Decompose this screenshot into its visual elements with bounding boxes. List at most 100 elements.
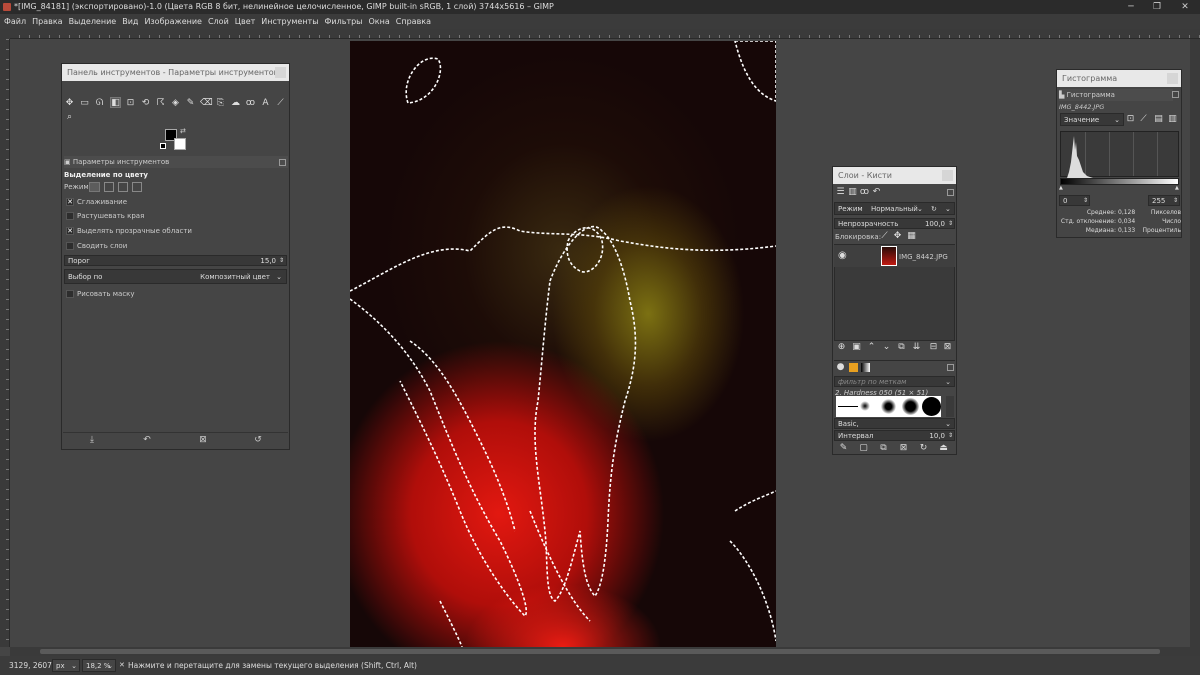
layer-name[interactable]: IMG_8442.JPG bbox=[899, 251, 948, 263]
lock-alpha-icon[interactable]: ▦ bbox=[906, 231, 917, 242]
menu-tools[interactable]: Инструменты bbox=[258, 14, 321, 29]
horizontal-ruler[interactable] bbox=[10, 29, 1200, 39]
brush-soft[interactable] bbox=[860, 401, 870, 411]
layer-thumbnail[interactable] bbox=[881, 246, 897, 266]
horizontal-scrollbar[interactable] bbox=[10, 647, 1190, 656]
move-tool-icon[interactable]: ✥ bbox=[64, 98, 75, 109]
layer-mode-dropdown[interactable]: Режим Нормальный ⌄ ↻ ⌄ bbox=[834, 202, 955, 215]
unit-dropdown[interactable]: px ⌄ bbox=[52, 659, 80, 672]
feather-checkbox[interactable] bbox=[66, 212, 74, 220]
menu-help[interactable]: Справка bbox=[393, 14, 434, 29]
merged-checkbox[interactable] bbox=[66, 242, 74, 250]
brush-filter-input[interactable]: фильтр по меткам ⌄ bbox=[834, 376, 955, 387]
brush-scrollbar[interactable] bbox=[946, 396, 954, 417]
lower-layer-icon[interactable]: ⌄ bbox=[881, 342, 892, 353]
raise-layer-icon[interactable]: ⌃ bbox=[866, 342, 877, 353]
brush-hardness-075[interactable] bbox=[902, 398, 919, 415]
tab-menu-icon[interactable] bbox=[947, 364, 954, 371]
range-max-handle-icon[interactable]: ▲ bbox=[1175, 185, 1179, 191]
layers-tab-icon[interactable]: ☰ bbox=[835, 187, 846, 198]
panel-close-button[interactable] bbox=[942, 170, 953, 181]
gradients-tab-icon[interactable] bbox=[861, 363, 870, 372]
spin-arrows-icon[interactable]: ⇕ bbox=[948, 219, 953, 229]
new-layer-icon[interactable]: ⊕ bbox=[836, 342, 847, 353]
brushes-tab-icon[interactable]: ● bbox=[835, 362, 846, 373]
ruler-corner[interactable] bbox=[0, 29, 10, 39]
spin-arrows-icon[interactable]: ⇕ bbox=[1173, 196, 1178, 206]
brush-as-image-icon[interactable]: ⏏ bbox=[938, 443, 949, 454]
vertical-scrollbar[interactable] bbox=[1190, 39, 1200, 647]
swap-colors-icon[interactable]: ⇄ bbox=[180, 127, 186, 135]
range-max-field[interactable]: 255 ⇕ bbox=[1148, 195, 1180, 206]
spin-arrows-icon[interactable]: ⇕ bbox=[1083, 196, 1088, 206]
zoom-dropdown[interactable]: 18,2 % ⌄ bbox=[82, 659, 116, 672]
duplicate-brush-icon[interactable]: ⧉ bbox=[878, 443, 889, 454]
duplicate-layer-icon[interactable]: ⧉ bbox=[896, 342, 907, 353]
delete-layer-icon[interactable]: ⊠ bbox=[942, 342, 953, 353]
transform-icon[interactable]: ⟲ bbox=[140, 98, 151, 109]
transparent-checkbox[interactable]: ✕ bbox=[66, 227, 74, 235]
warp-icon[interactable]: ☈ bbox=[155, 98, 166, 109]
mode-reset-icon[interactable]: ↻ bbox=[931, 203, 937, 215]
draw-mask-checkbox[interactable] bbox=[66, 290, 74, 298]
navigate-icon[interactable] bbox=[1190, 647, 1200, 656]
channel-dropdown[interactable]: Значение ⌄ bbox=[1060, 113, 1124, 126]
new-group-icon[interactable]: ▣ bbox=[851, 342, 862, 353]
lock-position-icon[interactable]: ✥ bbox=[892, 231, 903, 242]
menu-filters[interactable]: Фильтры bbox=[322, 14, 366, 29]
lasso-icon[interactable]: ᘏ bbox=[94, 98, 105, 109]
background-color-swatch[interactable] bbox=[174, 138, 186, 150]
mode-intersect-icon[interactable] bbox=[132, 182, 142, 192]
bucket-fill-icon[interactable]: ◈ bbox=[170, 98, 181, 109]
menu-select[interactable]: Выделение bbox=[66, 14, 120, 29]
menu-colors[interactable]: Цвет bbox=[232, 14, 259, 29]
brush-set-dropdown[interactable]: Basic, ⌄ bbox=[834, 418, 955, 429]
histogram-tab[interactable]: ▙ Гистограмма bbox=[1059, 89, 1173, 101]
text-tool-icon[interactable]: A bbox=[260, 98, 271, 109]
reset-options-icon[interactable]: ↺ bbox=[252, 435, 264, 446]
panel-close-button[interactable] bbox=[275, 67, 286, 78]
tab-menu-icon[interactable] bbox=[279, 159, 286, 166]
zoom-tool-icon[interactable]: ⌕ bbox=[64, 112, 75, 123]
range-min-handle-icon[interactable]: ▲ bbox=[1059, 185, 1063, 191]
vertical-ruler[interactable] bbox=[0, 39, 10, 647]
brush-hardness-100[interactable] bbox=[922, 397, 941, 416]
channels-tab-icon[interactable]: ▥ bbox=[847, 187, 858, 198]
merge-layer-icon[interactable]: ⇊ bbox=[911, 342, 922, 353]
menu-file[interactable]: Файл bbox=[0, 14, 29, 29]
new-brush-icon[interactable]: ▢ bbox=[858, 443, 869, 454]
brush-pixel[interactable] bbox=[838, 406, 858, 407]
brush-hardness-050[interactable] bbox=[881, 399, 896, 414]
delete-options-icon[interactable]: ⊠ bbox=[197, 435, 209, 446]
mode-add-icon[interactable] bbox=[104, 182, 114, 192]
paintbrush-icon[interactable]: ✎ bbox=[185, 98, 196, 109]
clone-icon[interactable]: ⎘ bbox=[215, 98, 226, 109]
panel-close-button[interactable] bbox=[1167, 73, 1178, 84]
menu-windows[interactable]: Окна bbox=[366, 14, 393, 29]
spin-arrows-icon[interactable]: ⇕ bbox=[279, 256, 284, 266]
default-colors-icon[interactable] bbox=[160, 143, 166, 149]
delete-brush-icon[interactable]: ⊠ bbox=[898, 443, 909, 454]
mode-replace-icon[interactable] bbox=[89, 182, 100, 192]
close-icon[interactable]: ✕ bbox=[119, 656, 125, 675]
eraser-icon[interactable]: ⌫ bbox=[200, 98, 213, 109]
refresh-brushes-icon[interactable]: ↻ bbox=[918, 443, 929, 454]
antialias-checkbox[interactable]: ✕ bbox=[66, 198, 74, 206]
patterns-tab-icon[interactable] bbox=[849, 363, 858, 372]
log-scale-icon[interactable]: ▤ bbox=[1153, 114, 1164, 125]
histogram-settings-icon[interactable]: ▥ bbox=[1167, 114, 1178, 125]
paths-icon[interactable]: ꝏ bbox=[245, 98, 256, 109]
spacing-field[interactable]: Интервал 10,0 ⇕ bbox=[834, 430, 955, 441]
scrollbar-thumb[interactable] bbox=[40, 649, 1160, 654]
tab-menu-icon[interactable] bbox=[947, 189, 954, 196]
threshold-field[interactable]: Порог 15,0 ⇕ bbox=[64, 255, 287, 266]
paths-tab-icon[interactable]: ꝏ bbox=[859, 187, 870, 198]
mode-subtract-icon[interactable] bbox=[118, 182, 128, 192]
opacity-field[interactable]: Непрозрачность 100,0 ⇕ bbox=[834, 218, 955, 229]
crop-icon[interactable]: ⊡ bbox=[125, 98, 136, 109]
histogram-graph[interactable] bbox=[1060, 131, 1179, 178]
rect-select-icon[interactable]: ▭ bbox=[79, 98, 90, 109]
minimize-button[interactable]: ─ bbox=[1118, 0, 1144, 14]
range-min-field[interactable]: 0 ⇕ bbox=[1059, 195, 1090, 206]
spin-arrows-icon[interactable]: ⇕ bbox=[948, 431, 953, 441]
